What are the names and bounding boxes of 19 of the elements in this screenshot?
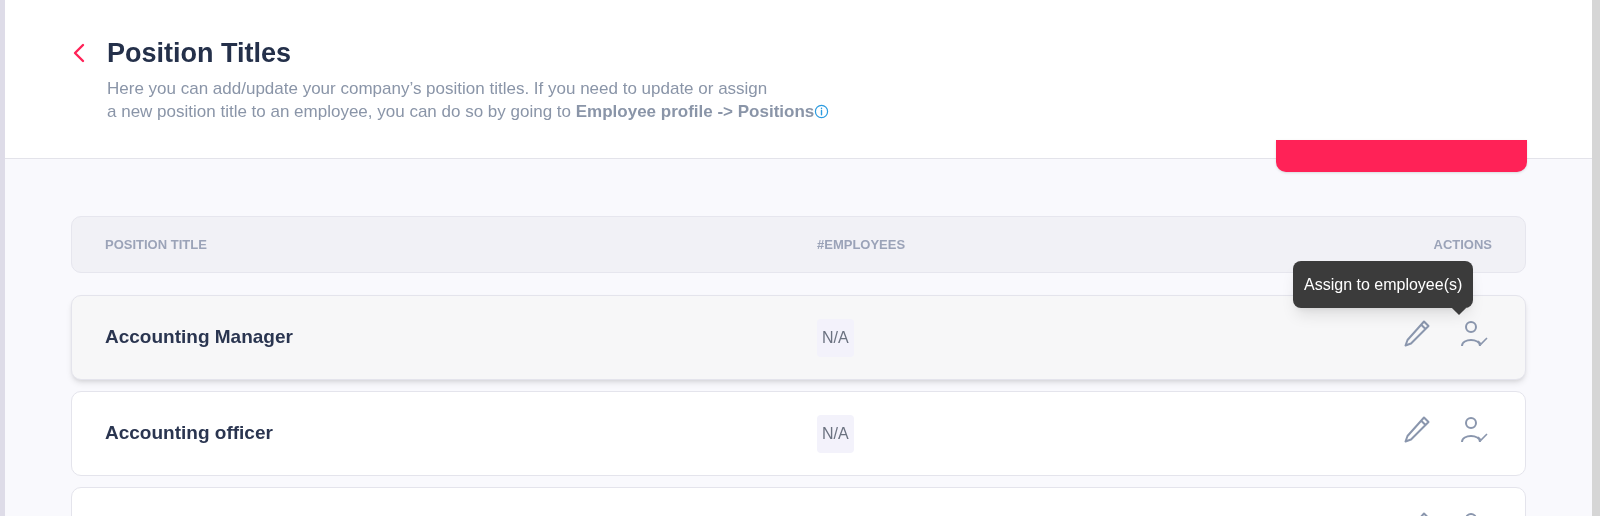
pencil-icon[interactable]: [1403, 415, 1431, 444]
scrollbar[interactable]: [1592, 0, 1600, 516]
page-description: Here you can add/update your company’s position titles. If you need to update or assign a new position title to an employee, you can do so by going to Employee profile -> Positions: [107, 78, 815, 123]
column-header: POSITION TITLE: [105, 235, 208, 254]
position-title: Accounting Manager: [105, 325, 294, 350]
employee-count: N/A: [817, 414, 854, 453]
column-header: ACTIONS: [1433, 235, 1492, 254]
info-icon[interactable]: [814, 104, 830, 119]
pencil-icon[interactable]: [1403, 319, 1431, 348]
position-title: Accounting officer: [105, 421, 274, 446]
person-check-icon[interactable]: [1460, 415, 1489, 444]
column-header: #EMPLOYEES: [817, 235, 907, 254]
employee-count: N/A: [817, 318, 854, 357]
page-title: Position Titles: [107, 37, 293, 70]
table-row[interactable]: Accounting officer N/A: [71, 391, 1526, 476]
table-row[interactable]: Accounting Manager N/A: [71, 295, 1526, 380]
back-chevron-icon[interactable]: [73, 43, 85, 63]
person-check-icon[interactable]: [1460, 319, 1489, 348]
tooltip-text: Assign to employee(s): [1304, 274, 1463, 295]
